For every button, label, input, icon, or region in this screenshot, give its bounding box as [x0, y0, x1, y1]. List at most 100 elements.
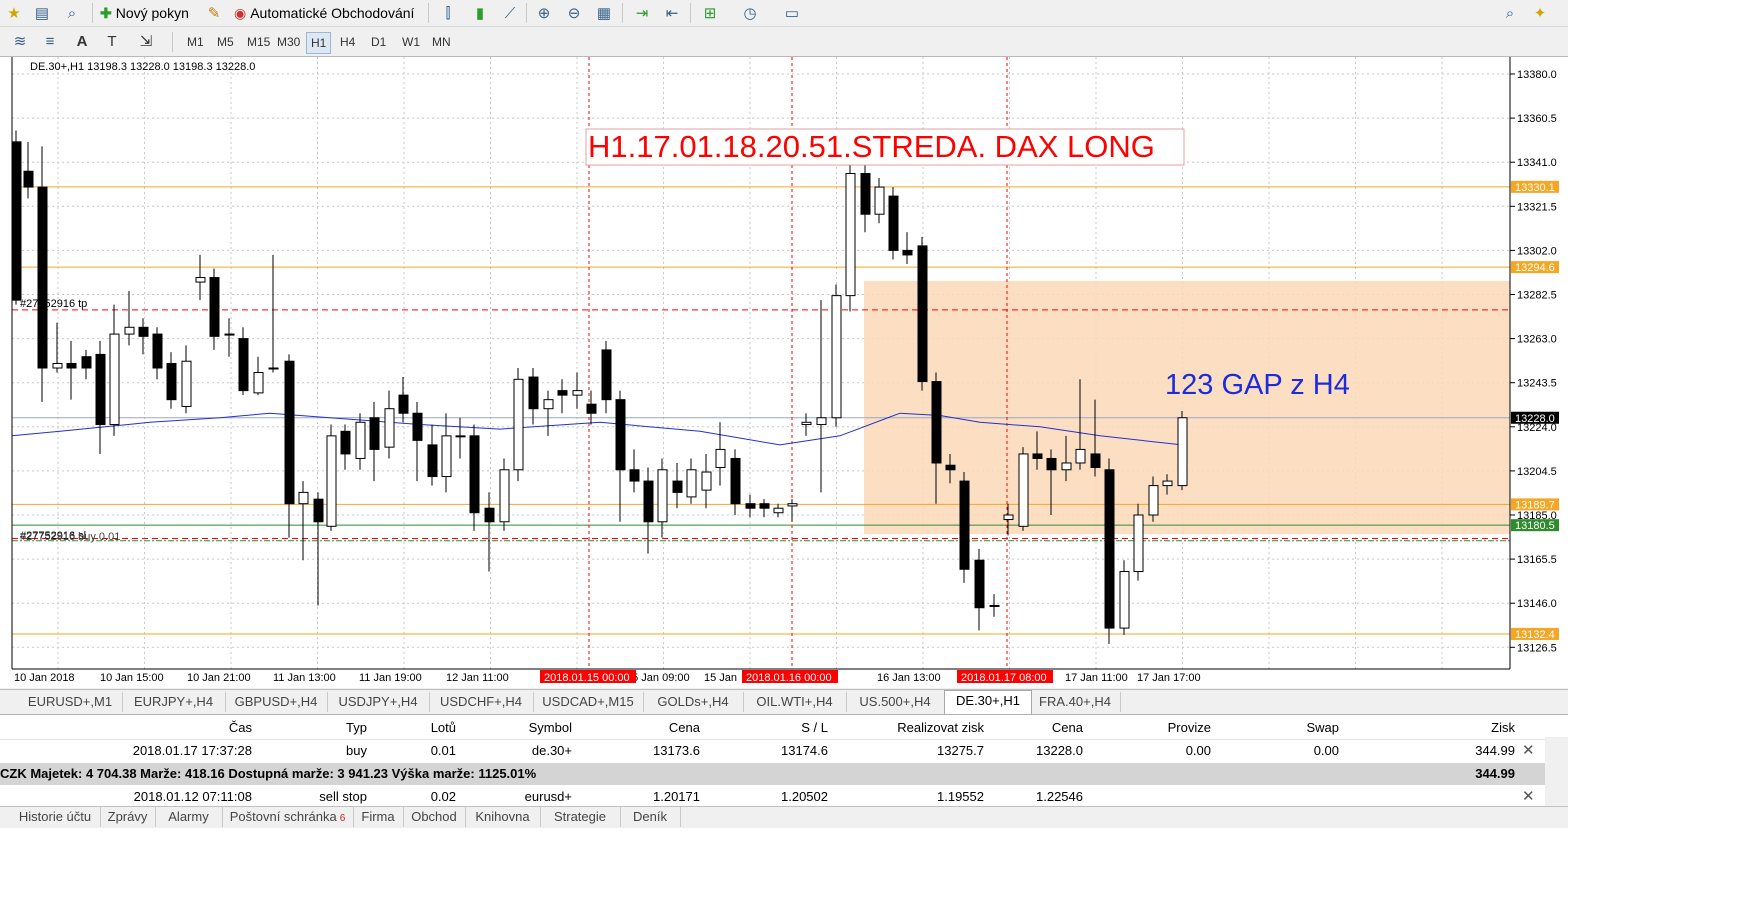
- navigator-icon[interactable]: ⌕: [62, 3, 82, 23]
- terminal-tab[interactable]: Deník: [620, 807, 681, 827]
- bear-candle: [369, 417, 380, 450]
- zoom-in-icon[interactable]: ⊕: [534, 3, 554, 23]
- bear-candle: [11, 141, 22, 301]
- close-order-icon[interactable]: ✕: [1522, 786, 1535, 808]
- symbol-tab[interactable]: EURJPY+,H4: [122, 692, 226, 712]
- timeframe-m1[interactable]: M1: [183, 32, 208, 52]
- periods-icon[interactable]: ◷: [740, 3, 760, 23]
- terminal-tab[interactable]: Historie účtu: [10, 807, 101, 827]
- bull-candle: [195, 277, 206, 283]
- indicators-icon[interactable]: ⊞: [700, 3, 720, 23]
- symbol-tab[interactable]: US.500+,H4: [846, 692, 945, 712]
- symbol-tab[interactable]: DE.30+,H1: [944, 690, 1032, 714]
- column-header[interactable]: Cena: [1052, 717, 1083, 739]
- price-chart[interactable]: 13330.1 13294.6 13228.0 13189.7 13180.5 13132…: [0, 57, 1568, 688]
- terminal-tab[interactable]: Firma: [353, 807, 404, 827]
- chart-shift-icon[interactable]: ⇤: [662, 3, 682, 23]
- tp-label: #27752916 tp: [20, 298, 87, 310]
- column-header[interactable]: Zisk: [1491, 717, 1515, 739]
- column-header[interactable]: Symbol: [529, 717, 572, 739]
- order-cell: 0.02: [430, 789, 456, 804]
- symbol-tab[interactable]: USDCHF+,H4: [429, 692, 534, 712]
- terminal-scrollbar[interactable]: [1545, 737, 1568, 807]
- terminal-tab[interactable]: Alarmy: [155, 807, 223, 827]
- text-label-icon[interactable]: T: [102, 31, 122, 51]
- timeframe-m15[interactable]: M15: [243, 32, 274, 52]
- price-tick-label: 13380.0: [1517, 69, 1557, 81]
- price-tick-label: 13243.5: [1517, 378, 1557, 390]
- toolbar-divider: [428, 3, 429, 23]
- account-summary-row: CZK Majetek: 4 704.38 Marže: 418.16 Dost…: [0, 763, 1545, 785]
- symbol-tab[interactable]: EURUSD+,M1: [18, 692, 123, 712]
- timeframe-d1[interactable]: D1: [367, 32, 390, 52]
- zoom-out-icon[interactable]: ⊖: [564, 3, 584, 23]
- column-header[interactable]: Realizovat zisk: [897, 717, 984, 739]
- window-icon[interactable]: ▤: [32, 3, 52, 23]
- bear-candle: [484, 507, 495, 523]
- terminal-tab[interactable]: Poštovní schránka 6: [222, 807, 354, 827]
- terminal-header-row: Čas Typ Lotů Symbol Cena S / L Realizovat zisk…: [0, 717, 1545, 740]
- trade-cell: 13173.6: [653, 743, 700, 758]
- order-row[interactable]: 2018.01.12 07:11:08 sell stop 0.02 eurusd+ 1…: [0, 786, 1545, 808]
- text-icon[interactable]: A: [72, 31, 92, 51]
- chart-canvas[interactable]: 13330.113294.613228.013189.713180.513132…: [0, 57, 1568, 688]
- new-order-button[interactable]: ✚ Nový pokyn: [100, 3, 189, 23]
- symbol-tab[interactable]: USDJPY+,H4: [327, 692, 430, 712]
- timeframe-h4[interactable]: H4: [336, 32, 359, 52]
- time-tick-label: 16 Jan 13:00: [877, 672, 941, 684]
- column-header[interactable]: S / L: [801, 717, 828, 739]
- price-tick-label: 13263.0: [1517, 334, 1557, 346]
- column-header[interactable]: Cena: [669, 717, 700, 739]
- column-header[interactable]: Typ: [346, 717, 367, 739]
- bull-candle: [1119, 571, 1130, 629]
- timeframe-w1[interactable]: W1: [398, 32, 424, 52]
- terminal-tab[interactable]: Zprávy: [100, 807, 156, 827]
- timeframe-mn[interactable]: MN: [428, 32, 455, 52]
- bull-candle: [773, 507, 784, 514]
- price-tick-label: 13204.5: [1517, 466, 1557, 478]
- bull-candle: [816, 417, 827, 426]
- gap-annotation: 123 GAP z H4: [1165, 369, 1350, 401]
- timeframe-h1[interactable]: H1: [306, 32, 332, 54]
- symbol-tab[interactable]: GBPUSD+,H4: [225, 692, 328, 712]
- toolbar-divider: [92, 3, 93, 23]
- bull-candle: [52, 362, 63, 369]
- bar-chart-icon[interactable]: ⫿: [438, 3, 458, 23]
- arrows-icon[interactable]: ⇲: [136, 31, 156, 51]
- terminal-tab[interactable]: Knihovna: [465, 807, 541, 827]
- line-chart-icon[interactable]: ⟋: [500, 3, 520, 23]
- terminal-tab[interactable]: Obchod: [403, 807, 466, 827]
- metaeditor-icon[interactable]: ✎: [204, 3, 224, 23]
- timeframe-m5[interactable]: M5: [213, 32, 238, 52]
- trade-row[interactable]: 2018.01.17 17:37:28 buy 0.01 de.30+ 13173.6 1…: [0, 740, 1545, 762]
- column-header[interactable]: Čas: [229, 717, 252, 739]
- community-icon[interactable]: ✦: [1530, 3, 1550, 23]
- templates-icon[interactable]: ▭: [782, 3, 802, 23]
- column-header[interactable]: Lotů: [431, 717, 456, 739]
- timeframe-m30[interactable]: M30: [273, 32, 304, 52]
- bull-candle: [298, 491, 309, 505]
- bull-candle: [124, 326, 135, 335]
- bear-candle: [1032, 453, 1043, 459]
- candle-chart-icon[interactable]: ▮: [470, 3, 490, 23]
- symbol-tab[interactable]: USDCAD+,M15: [533, 692, 644, 712]
- symbol-tab[interactable]: GOLDs+,H4: [643, 692, 744, 712]
- search-icon[interactable]: ⌕: [1500, 3, 1520, 23]
- column-header[interactable]: Provize: [1168, 717, 1211, 739]
- auto-trading-button[interactable]: ◉ Automatické Obchodování: [234, 3, 414, 23]
- terminal-tab[interactable]: Strategie: [540, 807, 621, 827]
- main-toolbar: ★ ▤ ⌕ ✚ Nový pokyn ✎ ◉ Automatické Obcho…: [0, 0, 1741, 27]
- trade-cell: 0.00: [1313, 743, 1339, 758]
- autoscroll-icon[interactable]: ⇥: [632, 3, 652, 23]
- price-level-tag-label: 13330.1: [1515, 182, 1555, 194]
- fibo-fan-icon[interactable]: ≡: [40, 31, 60, 51]
- tile-windows-icon[interactable]: ▦: [594, 3, 614, 23]
- star-icon[interactable]: ★: [4, 3, 24, 23]
- column-header[interactable]: Swap: [1306, 717, 1339, 739]
- symbol-tab[interactable]: FRA.40+,H4: [1030, 692, 1121, 712]
- order-cell: 2018.01.12 07:11:08: [133, 789, 252, 804]
- bear-candle: [888, 195, 899, 251]
- fibonacci-icon[interactable]: ≋: [10, 31, 30, 51]
- close-trade-icon[interactable]: ✕: [1522, 740, 1535, 762]
- symbol-tab[interactable]: OIL.WTI+,H4: [743, 692, 847, 712]
